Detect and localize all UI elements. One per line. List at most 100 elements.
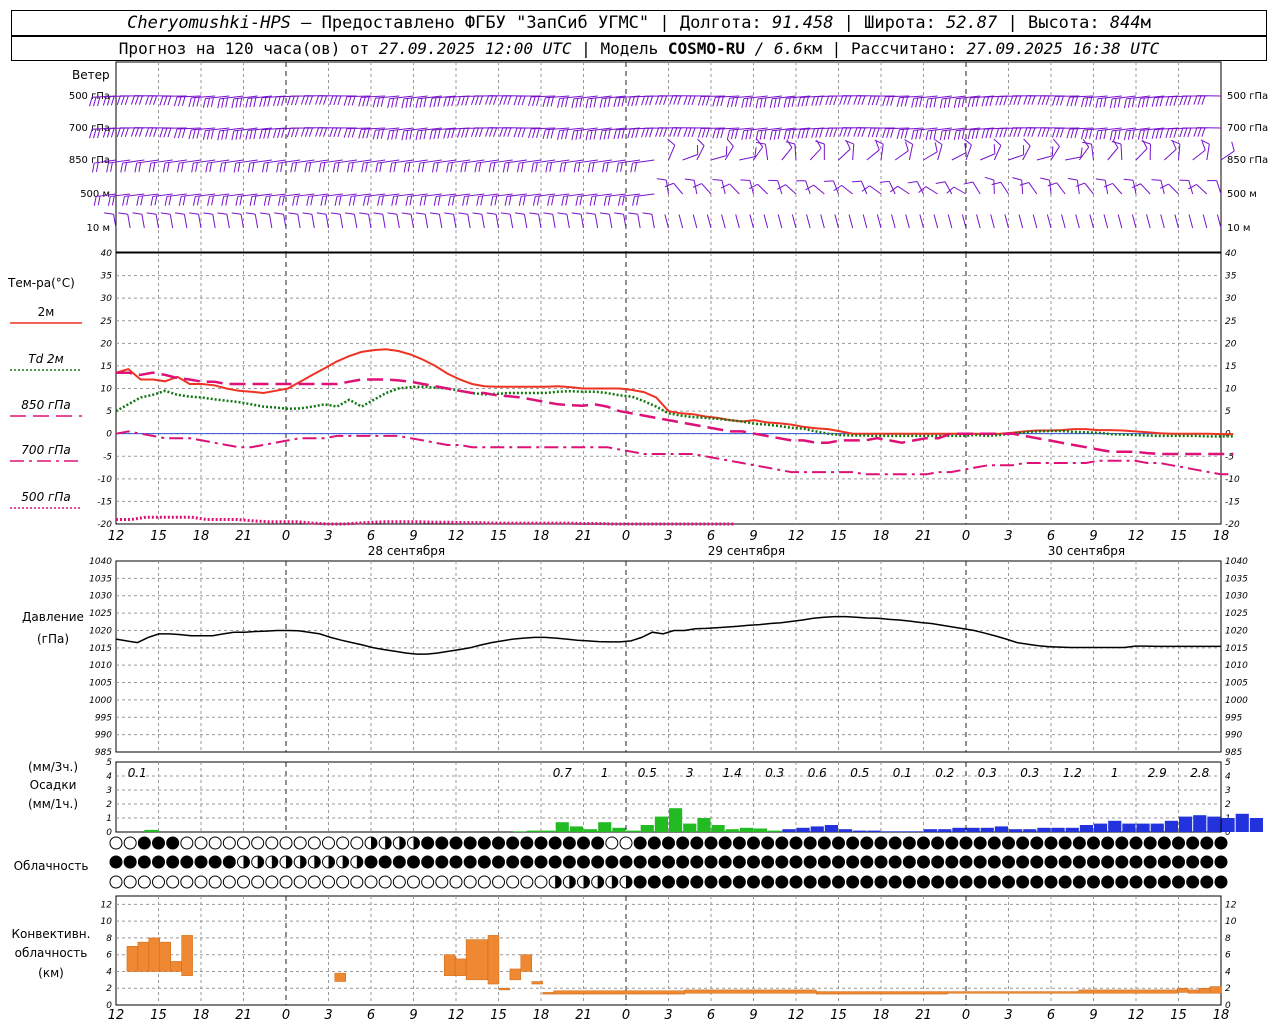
wind-barb (1179, 179, 1194, 195)
pressure-ytick: 985 (95, 748, 112, 758)
temp-ytick-right: 40 (1225, 249, 1237, 259)
wind-barb-shaft (396, 214, 400, 229)
cloud-half (371, 837, 377, 849)
conv-xtick: 18 (873, 1008, 890, 1023)
wind-barb-tick (504, 196, 508, 206)
wind-barb-tick (306, 196, 310, 206)
wind-barb-tick (1123, 130, 1127, 141)
conv-bar (1198, 987, 1211, 994)
cloud-circle (378, 875, 392, 889)
precip-bar (1235, 813, 1249, 832)
cloud-symbol (619, 836, 633, 850)
wind-barb-tick (1151, 129, 1156, 139)
wind-barb-tick (1113, 130, 1117, 140)
wind-barb-tick (245, 130, 249, 140)
wind-barb-tick (669, 127, 674, 137)
conv-bar (553, 990, 686, 995)
wind-barb (1082, 141, 1094, 161)
cloud-symbol (973, 836, 987, 850)
conv-bar (1187, 989, 1200, 994)
cloud-symbol (265, 875, 279, 889)
wind-barb-tick (557, 98, 561, 108)
conv-bar (1209, 986, 1222, 994)
wind-barb-shaft (1000, 181, 1009, 195)
wind-barb-tick (429, 98, 433, 108)
cloud-symbol (307, 855, 321, 869)
wind-barb-tick (249, 196, 253, 206)
precip-bar (1193, 815, 1207, 832)
temp-ytick: -5 (103, 452, 112, 462)
wind-barb-tick (500, 212, 511, 215)
cloud-symbol (1157, 875, 1171, 889)
wind-barb (118, 212, 131, 229)
cloud-symbol (690, 875, 704, 889)
precip-bar (1079, 825, 1093, 832)
temp-ytick: 40 (101, 249, 113, 259)
wind-barb-tick (375, 162, 379, 173)
cloud-circle (605, 836, 619, 850)
conv-bar (487, 935, 500, 985)
wind-barb-shaft (254, 214, 259, 229)
wind-barb-tick (231, 98, 235, 109)
wind-barb-tick (1183, 95, 1188, 106)
wind-barb (401, 212, 414, 229)
cloud-symbol (520, 855, 534, 869)
wind-barb-tick (359, 212, 369, 215)
wind-barb (571, 212, 584, 229)
cloud-symbol (477, 855, 491, 869)
wind-barb-tick (290, 127, 295, 138)
wind-barb-shaft (637, 214, 641, 229)
wind-barb-tick (565, 195, 569, 206)
wind-barb (1135, 139, 1148, 161)
wind-barb-tick (1012, 177, 1022, 181)
cloud-circle (180, 875, 194, 889)
wind-barb (300, 127, 329, 137)
wind-barb-tick (575, 98, 579, 108)
wind-barb-tick (593, 97, 597, 108)
precip-bar (1150, 823, 1164, 832)
cloud-symbol (747, 836, 760, 850)
cloud-symbol (704, 836, 718, 850)
cloud-symbol (293, 855, 307, 869)
wind-barb-tick (259, 97, 263, 108)
cloud-full (1058, 836, 1072, 850)
cloud-symbol (463, 875, 477, 889)
cloud-symbol (265, 836, 279, 850)
cloud-full (548, 855, 562, 869)
wind-barb-shaft (664, 214, 669, 229)
wind-barb-shaft (1117, 214, 1123, 229)
wind-barb-tick (1023, 145, 1025, 155)
wind-barb (706, 214, 712, 229)
cloud-full (1058, 855, 1072, 869)
wind-barb-tick (432, 162, 435, 173)
cloud-symbol (123, 836, 137, 850)
wind-barb-tick (1070, 96, 1075, 107)
wind-barb-shaft (785, 184, 797, 195)
wind-barb-tick (153, 95, 158, 105)
precip-bar (1221, 818, 1235, 832)
cloud-circle (222, 875, 236, 889)
wind-barb-shaft (183, 214, 188, 229)
cloud-symbol (208, 836, 222, 850)
cloud-full (534, 855, 548, 869)
wind-barb-tick (120, 162, 124, 173)
wind-barb-tick (769, 130, 773, 141)
cloud-symbol (1087, 855, 1100, 869)
cloud-circle (336, 836, 350, 850)
wind-barb (1193, 95, 1222, 105)
wind-barb (1089, 214, 1094, 229)
wind-barb-tick (221, 196, 225, 206)
conv-bar (159, 941, 171, 972)
wind-barb-tick (1031, 127, 1036, 137)
precip-bar (569, 826, 583, 832)
wind-barb-tick (617, 97, 621, 107)
wind-barb (1018, 214, 1024, 229)
cloud-symbol (591, 855, 605, 869)
precip-bar (513, 831, 527, 832)
wind-barb-tick (513, 128, 518, 138)
wind-barb-tick (811, 128, 815, 138)
cloud-full (959, 875, 973, 889)
cloud-full (1101, 855, 1115, 869)
wind-barb-tick (755, 130, 759, 141)
wind-barb-tick (545, 162, 549, 173)
